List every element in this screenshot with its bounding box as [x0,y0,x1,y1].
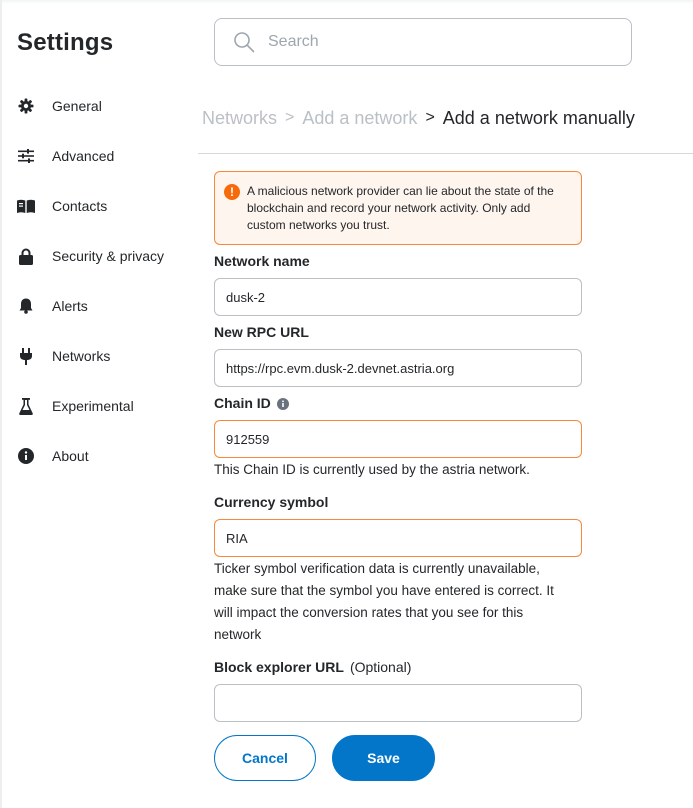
sidebar-item-experimental[interactable]: Experimental [16,391,134,421]
currency-symbol-label: Currency symbol [214,494,328,510]
sidebar-item-general[interactable]: General [16,91,102,121]
warning-icon: ! [224,184,240,200]
chain-id-field[interactable] [214,420,582,458]
breadcrumb-separator: > [285,109,295,126]
sidebar-item-label: Networks [52,348,111,364]
block-explorer-input[interactable] [226,695,566,711]
gear-icon [16,96,36,116]
rpc-url-field[interactable] [214,349,582,387]
divider [198,153,693,154]
info-icon [16,446,36,466]
breadcrumb-separator: > [425,109,435,126]
sidebar-item-alerts[interactable]: Alerts [16,291,88,321]
block-explorer-label-text: Block explorer URL [214,659,344,675]
info-icon[interactable] [276,397,289,410]
optional-tag: (Optional) [349,659,412,675]
search-input[interactable] [268,33,608,51]
lock-icon [16,246,36,266]
currency-symbol-field[interactable] [214,519,582,557]
warning-banner: ! A malicious network provider can lie a… [214,171,582,245]
cancel-button[interactable]: Cancel [214,735,316,781]
block-explorer-field[interactable] [214,684,582,722]
network-name-label: Network name [214,253,310,269]
sidebar-item-contacts[interactable]: Contacts [16,191,107,221]
currency-symbol-label-text: Currency symbol [214,494,329,510]
save-button[interactable]: Save [332,735,435,781]
block-explorer-label: Block explorer URL (Optional) [214,659,411,675]
chain-id-input[interactable] [226,431,566,447]
sidebar-item-label: Security & privacy [52,248,165,264]
sidebar-item-label: Contacts [52,198,108,214]
sidebar: Settings General Advanced Contacts Secur… [0,0,196,808]
network-name-field[interactable] [214,278,582,316]
plug-icon [16,346,36,366]
sidebar-item-advanced[interactable]: Advanced [16,141,114,171]
settings-title: Settings [17,29,114,56]
sidebar-item-about[interactable]: About [16,441,89,471]
bell-icon [16,296,36,316]
chain-id-label-text: Chain ID [214,395,271,411]
sidebar-item-label: Experimental [52,398,134,414]
search-box[interactable] [214,18,632,66]
sidebar-item-label: Advanced [52,148,115,164]
breadcrumb: Networks > Add a network > Add a network… [202,106,635,130]
sidebar-item-label: Alerts [52,298,88,314]
search-icon [233,31,255,53]
warning-text: A malicious network provider can lie abo… [247,184,554,232]
breadcrumb-current: Add a network manually [442,107,635,128]
rpc-url-label-text: New RPC URL [214,324,309,340]
rpc-url-input[interactable] [226,360,566,376]
sidebar-item-networks[interactable]: Networks [16,341,110,371]
sidebar-item-label: About [52,448,89,464]
currency-symbol-help: Ticker symbol verification data is curre… [214,561,554,642]
breadcrumb-add-network[interactable]: Add a network [302,108,417,129]
rpc-url-label: New RPC URL [214,324,309,340]
book-icon [16,196,36,216]
chain-id-help: This Chain ID is currently used by the a… [214,462,530,477]
sidebar-item-security[interactable]: Security & privacy [16,241,164,271]
chain-id-label: Chain ID [214,395,289,411]
sliders-icon [16,146,36,166]
breadcrumb-networks[interactable]: Networks [202,108,277,129]
flask-icon [16,396,36,416]
sidebar-item-label: General [52,98,102,114]
currency-symbol-input[interactable] [226,530,566,546]
network-name-label-text: Network name [214,253,310,269]
network-name-input[interactable] [226,289,566,305]
